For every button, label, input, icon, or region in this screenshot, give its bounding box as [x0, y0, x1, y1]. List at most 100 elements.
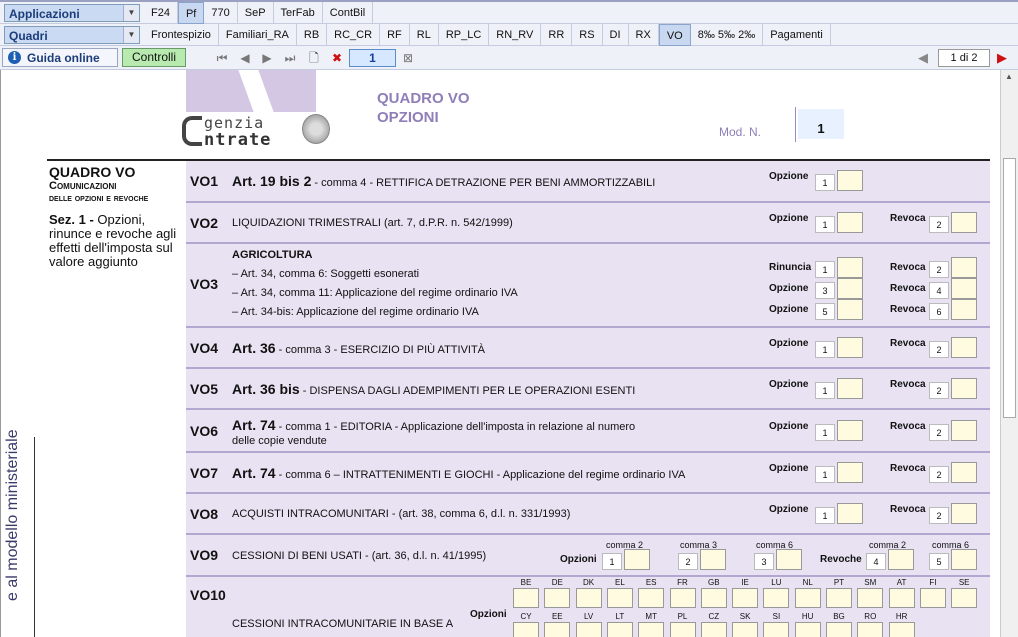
revoca-2-checkbox[interactable] — [951, 378, 977, 399]
opzione-3-checkbox[interactable] — [837, 278, 863, 299]
tab-quadro-9[interactable]: RS — [572, 24, 603, 46]
row-vo10: VO10 CESSIONI INTRACOMUNITARIE IN BASE A O… — [186, 577, 990, 637]
revoca-2-checkbox[interactable] — [951, 503, 977, 524]
country-es-checkbox[interactable] — [638, 588, 665, 608]
tab-quadro-3[interactable]: RC_CR — [327, 24, 381, 46]
country-gb-checkbox[interactable] — [700, 588, 727, 608]
tab-quadro-0[interactable]: Frontespizio — [144, 24, 219, 46]
tab-quadro-1[interactable]: Familiari_RA — [219, 24, 297, 46]
revoca-2-checkbox[interactable] — [951, 337, 977, 358]
country-si-checkbox[interactable] — [763, 622, 790, 637]
country-pl-checkbox[interactable] — [669, 622, 696, 637]
last-page-icon[interactable]: ⏭ — [282, 50, 298, 66]
prev-icon[interactable]: ◀ — [237, 50, 253, 66]
vertical-scrollbar[interactable]: ▲ — [1000, 70, 1018, 637]
opzione-1-checkbox[interactable] — [837, 503, 863, 524]
guida-online-button[interactable]: i Guida online — [2, 48, 118, 67]
opzione-1-checkbox[interactable] — [837, 420, 863, 441]
country-lt-checkbox[interactable] — [606, 622, 633, 637]
row-text: - DISPENSA DAGLI ADEMPIMENTI PER LE OPER… — [299, 385, 636, 397]
tab-f24[interactable]: F24 — [144, 2, 178, 24]
revoca-comma2-checkbox[interactable] — [888, 549, 914, 570]
tab-terfab[interactable]: TerFab — [274, 2, 323, 24]
opzione-1-checkbox[interactable] — [837, 378, 863, 399]
revoca-6-checkbox[interactable] — [951, 299, 977, 320]
chevron-down-icon[interactable]: ▼ — [123, 27, 139, 43]
tab-quadro-6[interactable]: RP_LC — [439, 24, 490, 46]
country-mt-checkbox[interactable] — [638, 622, 665, 637]
opzione-comma3-checkbox[interactable] — [700, 549, 726, 570]
country-de-checkbox[interactable] — [544, 588, 571, 608]
first-page-icon[interactable]: ⏮ — [214, 50, 230, 66]
goto-page-icon[interactable]: ⊠ — [400, 50, 416, 66]
prev-page-icon[interactable]: ◀ — [918, 50, 928, 66]
tab-pf[interactable]: Pf — [177, 2, 205, 24]
scroll-up-icon[interactable]: ▲ — [1005, 72, 1013, 81]
country-cz-checkbox[interactable] — [700, 622, 727, 637]
tab-quadro-11[interactable]: RX — [629, 24, 659, 46]
revoca-4-checkbox[interactable] — [951, 278, 977, 299]
mod-number-field[interactable]: 1 — [795, 107, 847, 142]
country-fi-checkbox[interactable] — [919, 588, 946, 608]
row-vo3: VO3 AGRICOLTURA – Art. 34, comma 6: Sogget… — [186, 244, 990, 328]
country-cy-checkbox[interactable] — [513, 622, 539, 637]
country-fr-checkbox[interactable] — [669, 588, 696, 608]
tab-770[interactable]: 770 — [204, 2, 238, 24]
revoca-2-checkbox[interactable] — [951, 420, 977, 441]
revoca-2-checkbox[interactable] — [951, 212, 977, 233]
opzione-1-checkbox[interactable] — [837, 337, 863, 358]
country-sm-checkbox[interactable] — [857, 588, 884, 608]
tab-quadro-7[interactable]: RN_RV — [489, 24, 542, 46]
next-page-icon[interactable]: ▶ — [997, 50, 1007, 66]
country-at-checkbox[interactable] — [888, 588, 915, 608]
country-el-checkbox[interactable] — [606, 588, 633, 608]
revoca-2-checkbox[interactable] — [951, 257, 977, 278]
opzione-comma2-checkbox[interactable] — [624, 549, 650, 570]
opzione-1-label: Opzione — [769, 463, 809, 474]
next-icon[interactable]: ▶ — [259, 50, 275, 66]
country-hr-checkbox[interactable] — [888, 622, 915, 637]
country-sk-checkbox[interactable] — [732, 622, 759, 637]
country-be-checkbox[interactable] — [513, 588, 539, 608]
opzione-1-checkbox[interactable] — [837, 462, 863, 483]
revoca-2-checkbox[interactable] — [951, 462, 977, 483]
tab-quadro-2[interactable]: RB — [297, 24, 328, 46]
country-ro-checkbox[interactable] — [857, 622, 884, 637]
current-page-field[interactable]: 1 — [349, 49, 396, 67]
tab-sep[interactable]: SeP — [238, 2, 274, 24]
opzione-1-checkbox[interactable] — [837, 212, 863, 233]
country-lu-checkbox[interactable] — [763, 588, 790, 608]
country-pt-checkbox[interactable] — [826, 588, 852, 608]
tab-quadro-13[interactable]: 8‰ 5‰ 2‰ — [691, 24, 764, 46]
revoca-2-label: Revoca — [890, 338, 926, 349]
country-nl-checkbox[interactable] — [794, 588, 821, 608]
tab-quadro-5[interactable]: RL — [410, 24, 439, 46]
applicazioni-combo[interactable]: Applicazioni ▼ — [4, 4, 140, 22]
tab-contbil[interactable]: ContBil — [323, 2, 374, 24]
revoca-comma6-checkbox[interactable] — [951, 549, 977, 570]
row-description: CESSIONI DI BENI USATI - (art. 36, d.l. … — [232, 550, 487, 562]
opzione-5-checkbox[interactable] — [837, 299, 863, 320]
country-lv-checkbox[interactable] — [575, 622, 602, 637]
quadri-combo[interactable]: Quadri ▼ — [4, 26, 140, 44]
country-bg-checkbox[interactable] — [826, 622, 852, 637]
new-page-icon[interactable]: 🗋 — [306, 50, 322, 66]
opzione-1-label: Opzione — [769, 171, 809, 182]
opzione-1-checkbox[interactable] — [837, 170, 863, 191]
tab-quadro-4[interactable]: RF — [380, 24, 410, 46]
delete-page-icon[interactable]: ✖ — [329, 50, 345, 66]
tab-quadro-10[interactable]: DI — [603, 24, 629, 46]
rinuncia-1-checkbox[interactable] — [837, 257, 863, 278]
opzione-comma6-checkbox[interactable] — [776, 549, 802, 570]
country-ie-checkbox[interactable] — [732, 588, 759, 608]
country-ee-checkbox[interactable] — [544, 622, 571, 637]
tab-quadro-12[interactable]: VO — [658, 24, 691, 46]
tab-quadro-8[interactable]: RR — [541, 24, 573, 46]
country-dk-checkbox[interactable] — [575, 588, 602, 608]
chevron-down-icon[interactable]: ▼ — [123, 5, 139, 21]
controlli-button[interactable]: Controlli — [122, 48, 186, 67]
country-se-checkbox[interactable] — [951, 588, 978, 608]
scroll-thumb[interactable] — [1003, 158, 1016, 418]
country-hu-checkbox[interactable] — [794, 622, 821, 637]
tab-quadro-14[interactable]: Pagamenti — [763, 24, 831, 46]
